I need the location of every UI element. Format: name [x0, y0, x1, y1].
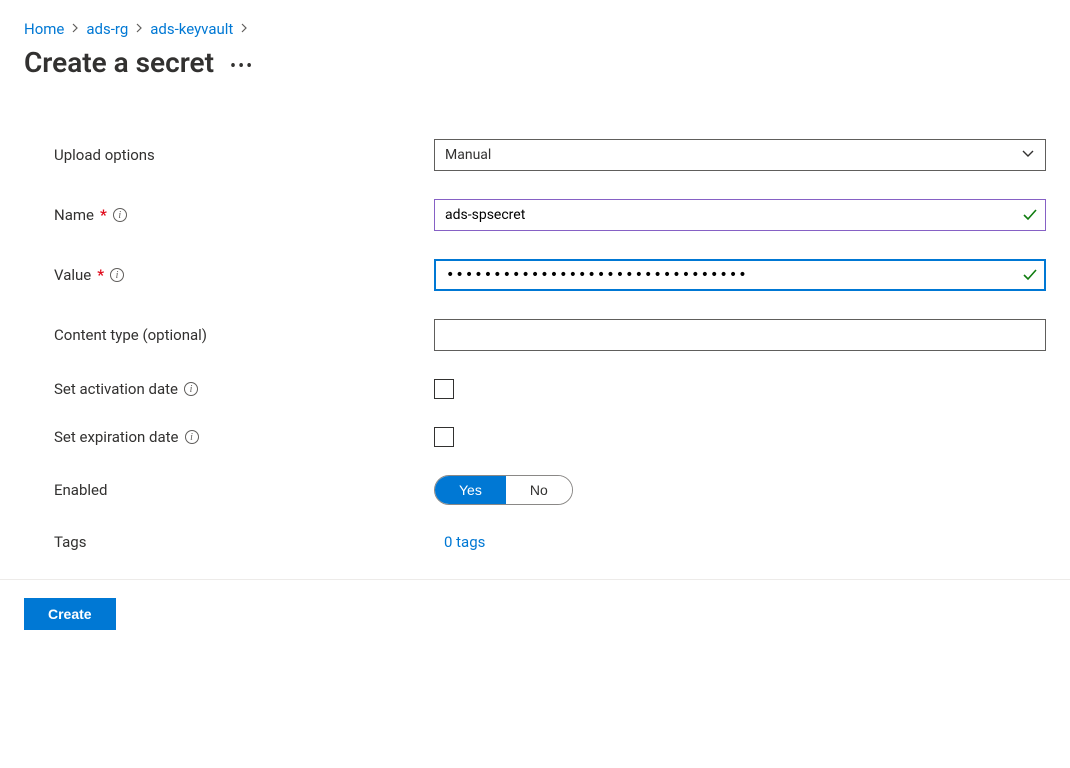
upload-options-select[interactable]: Manual: [434, 139, 1046, 171]
upload-options-value: Manual: [445, 147, 491, 163]
info-icon[interactable]: i: [110, 268, 124, 282]
row-expiration: Set expiration date i: [54, 427, 1046, 447]
enabled-yes[interactable]: Yes: [435, 476, 506, 504]
breadcrumb: Home ads-rg ads-keyvault: [24, 20, 1046, 38]
breadcrumb-rg[interactable]: ads-rg: [86, 20, 128, 38]
breadcrumb-keyvault[interactable]: ads-keyvault: [150, 20, 233, 38]
chevron-right-icon: [134, 22, 144, 37]
chevron-down-icon: [1021, 146, 1035, 164]
row-upload-options: Upload options Manual: [54, 139, 1046, 171]
value-input[interactable]: [434, 259, 1046, 291]
row-enabled: Enabled Yes No: [54, 475, 1046, 505]
enabled-toggle[interactable]: Yes No: [434, 475, 573, 505]
label-name: Name * i: [54, 206, 434, 224]
chevron-right-icon: [239, 22, 249, 37]
create-secret-form: Upload options Manual Name * i: [24, 139, 1046, 551]
label-content-type: Content type (optional): [54, 326, 434, 344]
row-value: Value * i: [54, 259, 1046, 291]
create-button[interactable]: Create: [24, 598, 116, 630]
required-icon: *: [97, 266, 104, 284]
page-title: Create a secret: [24, 46, 214, 79]
label-expiration: Set expiration date i: [54, 428, 434, 446]
chevron-right-icon: [70, 22, 80, 37]
row-tags: Tags 0 tags: [54, 533, 1046, 551]
label-upload-options: Upload options: [54, 146, 434, 164]
tags-link[interactable]: 0 tags: [434, 533, 485, 551]
label-activation: Set activation date i: [54, 380, 434, 398]
page-header: Create a secret •••: [24, 46, 1046, 79]
more-icon[interactable]: •••: [230, 48, 254, 77]
row-activation: Set activation date i: [54, 379, 1046, 399]
row-name: Name * i: [54, 199, 1046, 231]
label-enabled: Enabled: [54, 481, 434, 499]
content-type-input[interactable]: [434, 319, 1046, 351]
info-icon[interactable]: i: [184, 382, 198, 396]
expiration-checkbox[interactable]: [434, 427, 454, 447]
label-value: Value * i: [54, 266, 434, 284]
info-icon[interactable]: i: [113, 208, 127, 222]
required-icon: *: [100, 206, 107, 224]
activation-checkbox[interactable]: [434, 379, 454, 399]
row-content-type: Content type (optional): [54, 319, 1046, 351]
breadcrumb-home[interactable]: Home: [24, 20, 64, 38]
name-input[interactable]: [434, 199, 1046, 231]
label-tags: Tags: [54, 533, 434, 551]
footer: Create: [0, 579, 1070, 630]
info-icon[interactable]: i: [185, 430, 199, 444]
enabled-no[interactable]: No: [506, 476, 572, 504]
